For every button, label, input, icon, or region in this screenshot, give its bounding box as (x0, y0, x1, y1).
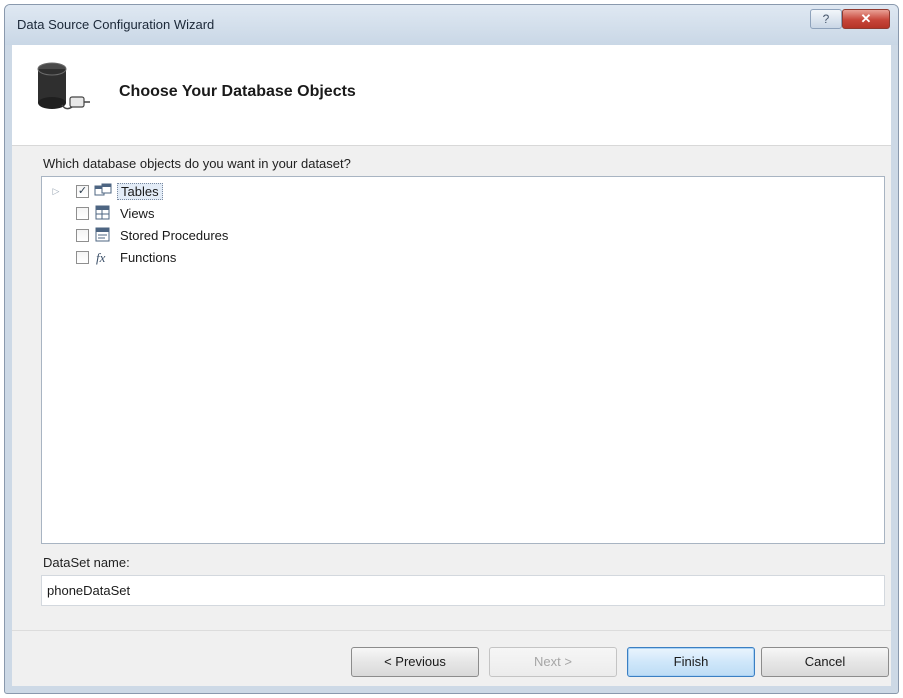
svg-text:fx: fx (96, 250, 106, 265)
close-button[interactable]: ✕ (842, 9, 890, 29)
tree-item-label: Views (120, 205, 155, 221)
tree-item-tables[interactable]: ▷ ✓ Tables (50, 181, 163, 201)
tree-item-views[interactable]: Views (50, 203, 157, 223)
wizard-content: Choose Your Database Objects Which datab… (12, 45, 891, 686)
tree-item-label: Stored Procedures (120, 227, 229, 243)
table-icon (94, 183, 112, 196)
tree-item-label: Functions (120, 249, 177, 265)
window-title: Data Source Configuration Wizard (17, 17, 215, 32)
objects-prompt: Which database objects do you want in yo… (43, 156, 351, 171)
tables-checkbox[interactable]: ✓ (76, 184, 89, 198)
database-icon (37, 62, 90, 110)
tree-item-label: Tables (117, 182, 163, 200)
button-divider (12, 630, 891, 631)
dataset-name-input[interactable] (41, 575, 885, 606)
stored-procedure-icon (95, 227, 110, 242)
views-checkbox[interactable] (76, 206, 89, 220)
wizard-window: Data Source Configuration Wizard ? ✕ Cho… (4, 4, 899, 694)
next-button[interactable]: Next > (489, 647, 617, 677)
functions-checkbox[interactable] (76, 250, 89, 264)
help-button[interactable]: ? (810, 9, 842, 29)
title-bar[interactable]: Data Source Configuration Wizard ? ✕ (5, 5, 898, 45)
tree-item-stored-procedures[interactable]: Stored Procedures (50, 225, 231, 245)
finish-button[interactable]: Finish (627, 647, 755, 677)
page-heading: Choose Your Database Objects (119, 83, 356, 100)
expand-arrow-icon[interactable]: ▷ (50, 185, 62, 197)
function-icon: fx (96, 250, 106, 265)
cancel-button[interactable]: Cancel (761, 647, 889, 677)
wizard-header: Choose Your Database Objects (12, 45, 891, 146)
dataset-name-label: DataSet name: (43, 555, 130, 570)
view-icon (95, 205, 110, 220)
tree-item-functions[interactable]: fx Functions (50, 247, 179, 267)
previous-button[interactable]: < Previous (351, 647, 479, 677)
stored-procedures-checkbox[interactable] (76, 228, 89, 242)
database-objects-tree[interactable]: ▷ ✓ Tables Views Stored Procedures fx Fu… (41, 176, 885, 544)
